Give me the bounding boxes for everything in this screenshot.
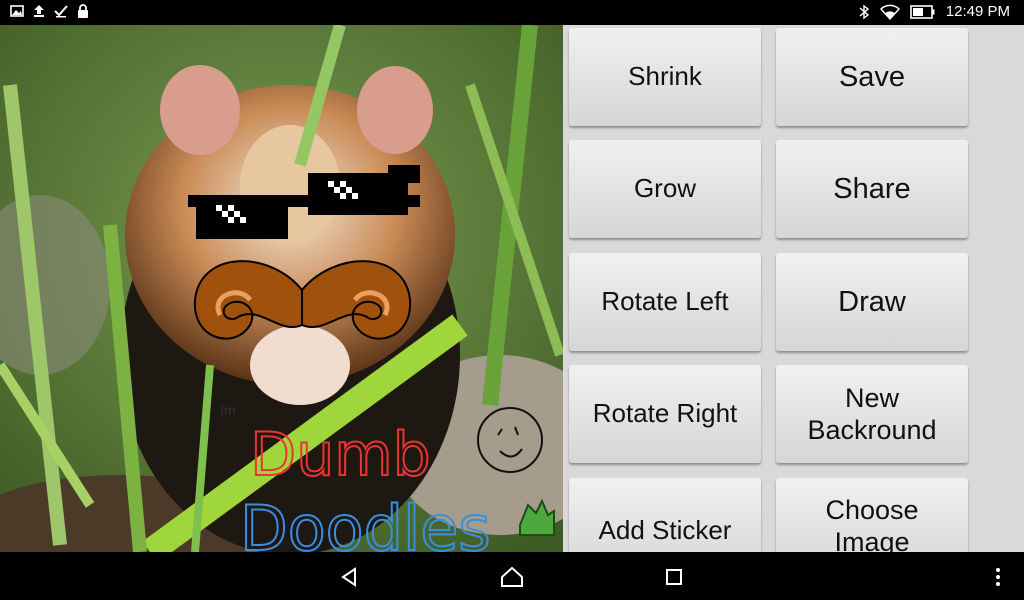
- shrink-button[interactable]: Shrink: [569, 28, 761, 126]
- photo-canvas[interactable]: Im Dumb Doodles: [0, 25, 563, 552]
- lock-icon: [78, 4, 88, 18]
- recents-icon[interactable]: [665, 568, 683, 586]
- back-icon[interactable]: [339, 567, 359, 587]
- wifi-icon: [879, 4, 900, 20]
- draw-button[interactable]: Draw: [776, 253, 968, 351]
- new-background-button[interactable]: New Backround: [776, 365, 968, 463]
- controls-panel: Shrink Save Grow Share Rotate Left Draw …: [563, 25, 1024, 552]
- doodle-small-text: Im: [220, 402, 236, 418]
- doodle-doodles-text: Doodles: [240, 492, 491, 552]
- grow-button[interactable]: Grow: [569, 140, 761, 238]
- rotate-left-button[interactable]: Rotate Left: [569, 253, 761, 351]
- mustache-sticker[interactable]: [190, 245, 415, 355]
- battery-icon: [909, 4, 935, 19]
- share-button[interactable]: Share: [776, 140, 968, 238]
- notification-icons: [10, 4, 90, 18]
- doodle-dumb-text: Dumb: [250, 420, 431, 490]
- image-icon: [10, 5, 24, 17]
- status-bar: 12:49 PM: [0, 0, 1024, 25]
- save-button[interactable]: Save: [776, 28, 968, 126]
- upload-icon: [34, 5, 44, 17]
- choose-image-button[interactable]: Choose Image: [776, 478, 968, 552]
- checkmark-icon: [54, 5, 68, 18]
- sunglasses-sticker[interactable]: [188, 165, 420, 245]
- rotate-right-button[interactable]: Rotate Right: [569, 365, 761, 463]
- navigation-bar: [0, 552, 1024, 600]
- system-icons: 12:49 PM: [858, 3, 1010, 20]
- clock: 12:49 PM: [945, 3, 1010, 20]
- overflow-menu-icon[interactable]: [994, 567, 1002, 587]
- bluetooth-icon: [859, 4, 869, 19]
- doodle-drawing: Im Dumb Doodles: [220, 402, 555, 552]
- add-sticker-button[interactable]: Add Sticker: [569, 478, 761, 552]
- home-icon[interactable]: [500, 566, 524, 588]
